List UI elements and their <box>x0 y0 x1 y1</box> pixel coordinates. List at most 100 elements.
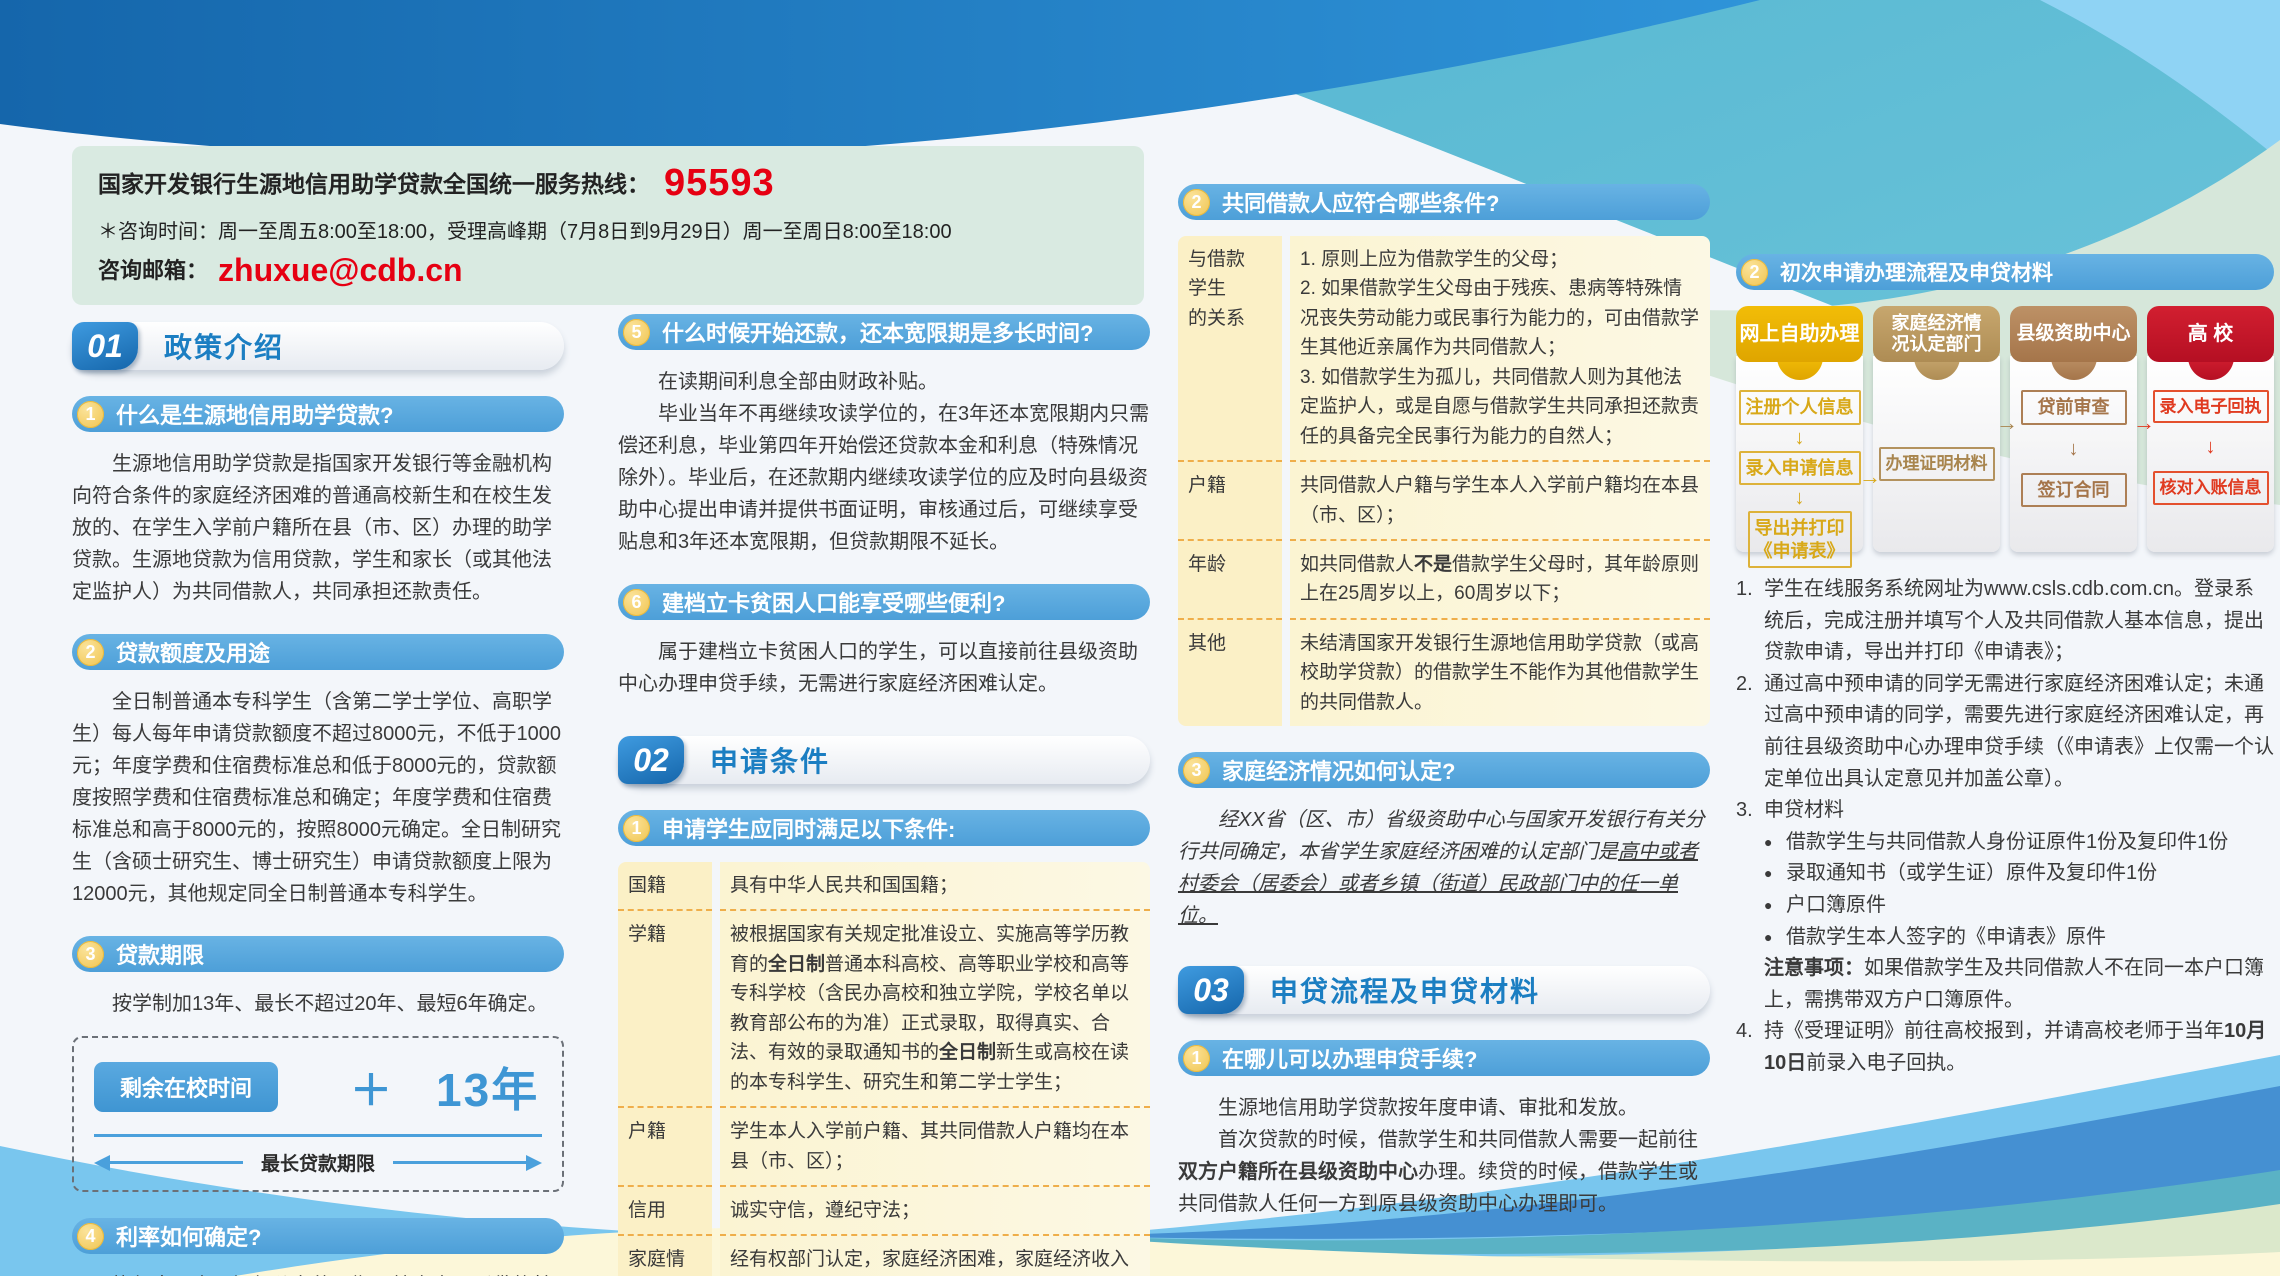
hotline-line: 国家开发银行生源地信用助学贷款全国统一服务热线： 95593 <box>98 162 1118 205</box>
q5-p2: 毕业当年不再继续攻读学位的，在3年还本宽限期内只需偿还利息，毕业第四年开始偿还贷… <box>618 398 1150 558</box>
family-assessment-title: 家庭经济情况如何认定? <box>1222 754 1455 786</box>
right-arrow-icon: → <box>1859 464 1881 490</box>
q4-title: 利率如何确定? <box>116 1220 261 1252</box>
student-conditions-table: 国籍 具有中华人民共和国国籍； 学籍 被根据国家有关规定批准设立、实施高等学历教… <box>618 862 1150 1276</box>
family-assessment-body: 经XX省（区、市）省级资助中心与国家开发银行有关分行共同确定，本省学生家庭经济困… <box>1178 804 1710 932</box>
section-03-header: 03 申贷流程及申贷材料 <box>1178 966 1710 1014</box>
flow-panel-assessment: 办理证明材料 <box>1873 356 2000 552</box>
where-to-apply-p2: 首次贷款的时候，借款学生和共同借款人需要一起前往双方户籍所在县级资助中心办理。续… <box>1178 1124 1710 1220</box>
q2-title: 贷款额度及用途 <box>116 636 270 668</box>
flow-step-enter-info: 录入申请信息 <box>1739 451 1861 486</box>
student-conditions-title: 申请学生应同时满足以下条件: <box>662 812 955 844</box>
student-conditions-header: 1 申请学生应同时满足以下条件: <box>618 810 1150 846</box>
bullet-icon: ● <box>1764 827 1786 859</box>
flow-tab-county-center: 县级资助中心 <box>2010 306 2137 362</box>
right-arrow-icon: → <box>1996 410 2018 436</box>
q1-number-badge: 1 <box>77 401 104 428</box>
q6-title: 建档立卡贫困人口能享受哪些便利? <box>662 586 1005 618</box>
coborrower-title: 共同借款人应符合哪些条件? <box>1222 186 1499 218</box>
application-flowchart: 网上自助办理 注册个人信息 ↓ 录入申请信息 ↓ 导出并打印 《申请表》 家庭经… <box>1736 306 2274 552</box>
flow-tab-university: 高 校 <box>2147 306 2274 362</box>
thirteen-years-value: 13年 <box>436 1054 539 1120</box>
where-to-apply-title: 在哪儿可以办理申贷手续? <box>1222 1042 1477 1074</box>
q5-p1: 在读期间利息全部由财政补贴。 <box>618 366 1150 398</box>
right-arrow-icon: → <box>2133 410 2155 436</box>
first-application-number-badge: 2 <box>1741 259 1768 286</box>
where-to-apply-number-badge: 1 <box>1183 1045 1210 1072</box>
down-arrow-icon: ↓ <box>1795 428 1805 448</box>
down-arrow-icon: ↓ <box>2069 439 2079 459</box>
student-conditions-number-badge: 1 <box>623 815 650 842</box>
family-assessment-number-badge: 3 <box>1183 757 1210 784</box>
material-item: ● 录取通知书（或学生证）原件及复印件1份 <box>1736 858 2274 890</box>
family-assessment-header: 3 家庭经济情况如何认定? <box>1178 752 1710 788</box>
material-item: ● 户口簿原件 <box>1736 890 2274 922</box>
section-01-header: 01 政策介绍 <box>72 322 564 370</box>
q1-title: 什么是生源地信用助学贷款? <box>116 398 393 430</box>
q6-header: 6 建档立卡贫困人口能享受哪些便利? <box>618 584 1150 620</box>
flow-panel-university: 录入电子回执 ↓ 核对入账信息 <box>2147 356 2274 552</box>
email-address: zhuxue@cdb.cn <box>218 252 463 288</box>
q5-header: 5 什么时候开始还款，还本宽限期是多长时间? <box>618 314 1150 350</box>
hotline-number: 95593 <box>664 162 775 204</box>
section-02-title: 申请条件 <box>710 740 830 780</box>
list-item: 3. 申贷材料 <box>1736 795 2274 827</box>
first-application-title: 初次申请办理流程及申贷材料 <box>1780 257 2053 287</box>
list-item: 2. 通过高中预申请的同学无需进行家庭经济困难认定；未通过高中预申请的同学，需要… <box>1736 669 2274 795</box>
flow-column-county-center: 县级资助中心 贷前审查 ↓ 签订合同 <box>2010 306 2137 552</box>
q3-number-badge: 3 <box>77 941 104 968</box>
q3-header: 3 贷款期限 <box>72 936 564 972</box>
list-item: 4. 持《受理证明》前往高校报到，并请高校老师于当年10月10日前录入电子回执。 <box>1736 1016 2274 1079</box>
hotline-label: 国家开发银行生源地信用助学贷款全国统一服务热线： <box>98 171 650 197</box>
bullet-icon: ● <box>1764 890 1786 922</box>
flow-column-university: 高 校 录入电子回执 ↓ 核对入账信息 <box>2147 306 2274 552</box>
q4-header: 4 利率如何确定? <box>72 1218 564 1254</box>
material-item: ● 借款学生与共同借款人身份证原件1份及复印件1份 <box>1736 827 2274 859</box>
flow-tab-online: 网上自助办理 <box>1736 306 1863 362</box>
poster-canvas: 国家开发银行生源地信用助学贷款全国统一服务热线：95593 ＊咨询时间：周一至周… <box>0 0 2280 1276</box>
column-coborrower-and-process: 2 共同借款人应符合哪些条件? 与借款 学生 的关系 1. 原则上应为借款学生的… <box>1178 184 1710 1230</box>
q2-body: 全日制普通本专科学生（含第二学士学位、高职学生）每人每年申请贷款额度不超过800… <box>72 686 564 910</box>
section-01-badge: 01 <box>72 322 138 370</box>
q4-body: 执行中国人民银行公布的同期同档次人民币贷款基准利率，不上浮。每年12月21日根据… <box>72 1270 564 1276</box>
flow-step-electronic-receipt: 录入电子回执 <box>2153 390 2269 423</box>
bullet-icon: ● <box>1764 858 1786 890</box>
max-term-axis: 最长贷款期限 <box>94 1149 542 1176</box>
flow-step-sign-contract: 签订合同 <box>2021 473 2127 508</box>
bullet-icon: ● <box>1764 922 1786 954</box>
flow-panel-online: 注册个人信息 ↓ 录入申请信息 ↓ 导出并打印 《申请表》 <box>1736 356 1863 552</box>
flow-tab-assessment: 家庭经济情 况认定部门 <box>1873 306 2000 362</box>
flow-step-verify-account: 核对入账信息 <box>2153 471 2269 504</box>
down-arrow-icon: ↓ <box>1795 488 1805 508</box>
q3-body: 按学制加13年、最长不超过20年、最短6年确定。 <box>72 988 564 1020</box>
column-policy-intro: 01 政策介绍 1 什么是生源地信用助学贷款? 生源地信用助学贷款是指国家开发银… <box>72 322 564 1276</box>
first-application-header: 2 初次申请办理流程及申贷材料 <box>1736 254 2274 290</box>
max-term-label: 最长贷款期限 <box>261 1149 375 1176</box>
q4-number-badge: 4 <box>77 1223 104 1250</box>
loan-term-formula: 剩余在校时间 ＋ 13年 <box>94 1054 542 1120</box>
flow-column-assessment: 家庭经济情 况认定部门 办理证明材料 <box>1873 306 2000 552</box>
q1-body: 生源地信用助学贷款是指国家开发银行等金融机构向符合条件的家庭经济困难的普通高校新… <box>72 448 564 608</box>
q2-number-badge: 2 <box>77 639 104 666</box>
email-label: 咨询邮箱： <box>98 258 208 283</box>
note-paragraph: 注意事项：如果借款学生及共同借款人不在同一本户口簿上，需携带双方户口簿原件。 <box>1736 953 2274 1016</box>
section-01-title: 政策介绍 <box>164 326 284 366</box>
q1-header: 1 什么是生源地信用助学贷款? <box>72 396 564 432</box>
list-item: 1. 学生在线服务系统网址为www.csls.cdb.com.cn。登录系统后，… <box>1736 574 2274 669</box>
flow-column-online: 网上自助办理 注册个人信息 ↓ 录入申请信息 ↓ 导出并打印 《申请表》 <box>1736 306 1863 552</box>
plus-sign: ＋ <box>350 1057 392 1118</box>
section-03-title: 申贷流程及申贷材料 <box>1270 970 1540 1010</box>
timeline-divider <box>94 1134 542 1137</box>
coborrower-conditions-table: 与借款 学生 的关系 1. 原则上应为借款学生的父母； 2. 如果借款学生父母由… <box>1178 236 1710 726</box>
email-line: 咨询邮箱： zhuxue@cdb.cn <box>98 252 1118 289</box>
application-steps-list: 1. 学生在线服务系统网址为www.csls.cdb.com.cn。登录系统后，… <box>1736 574 2274 1080</box>
down-arrow-icon: ↓ <box>2206 437 2216 457</box>
q5-title: 什么时候开始还款，还本宽限期是多长时间? <box>662 316 1093 348</box>
coborrower-header: 2 共同借款人应符合哪些条件? <box>1178 184 1710 220</box>
section-03-badge: 03 <box>1178 966 1244 1014</box>
flow-step-certificates: 办理证明材料 <box>1879 447 1995 480</box>
q5-number-badge: 5 <box>623 319 650 346</box>
q6-number-badge: 6 <box>623 589 650 616</box>
column-application-conditions: 5 什么时候开始还款，还本宽限期是多长时间? 在读期间利息全部由财政补贴。 毕业… <box>618 314 1150 1276</box>
q6-body: 属于建档立卡贫困人口的学生，可以直接前往县级资助中心办理申贷手续，无需进行家庭经… <box>618 636 1150 700</box>
